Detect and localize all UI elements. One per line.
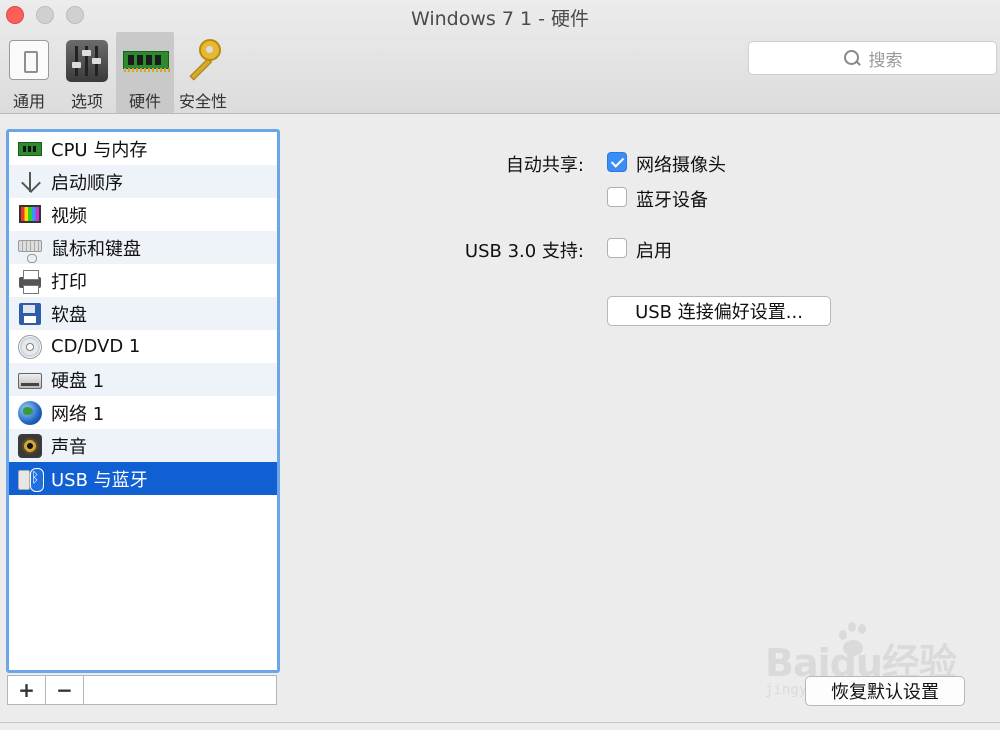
- list-item-label: 视频: [51, 205, 87, 227]
- list-item-sound[interactable]: 声音: [9, 429, 277, 462]
- webcam-checkbox[interactable]: [607, 152, 627, 172]
- search-placeholder: 搜索: [868, 50, 903, 71]
- restore-defaults-button[interactable]: 恢复默认设置: [805, 676, 965, 706]
- list-item-label: USB 与蓝牙: [51, 469, 148, 491]
- tab-hardware[interactable]: 硬件: [116, 32, 174, 113]
- list-item-label: 软盘: [51, 304, 87, 326]
- list-item-label: 声音: [51, 436, 87, 458]
- list-item-usb-bluetooth[interactable]: ᛒ USB 与蓝牙: [9, 462, 277, 495]
- tab-label: 通用: [12, 92, 45, 111]
- usb3-support-label: USB 3.0 支持:: [464, 241, 584, 262]
- network-globe-icon: [17, 400, 43, 425]
- ram-icon: [123, 37, 170, 81]
- list-item-label: 启动顺序: [51, 172, 123, 194]
- toolbar: 通用 选项 硬件 安全性: [0, 32, 232, 113]
- cpu-icon: [17, 137, 43, 161]
- sliders-icon: [65, 37, 109, 82]
- window-title: Windows 7 1 - 硬件: [410, 8, 589, 30]
- add-button[interactable]: +: [8, 676, 46, 704]
- switch-icon: [7, 37, 51, 81]
- printer-icon: [17, 269, 43, 294]
- divider: [0, 722, 1000, 723]
- list-item-print[interactable]: 打印: [9, 264, 277, 297]
- tab-label: 硬件: [128, 92, 161, 111]
- list-item-video[interactable]: 视频: [9, 198, 277, 231]
- tab-options[interactable]: 选项: [58, 32, 116, 113]
- search-icon: [843, 49, 861, 67]
- keyboard-icon: [17, 236, 43, 263]
- usb-bluetooth-icon: ᛒ: [17, 467, 44, 492]
- tab-security[interactable]: 安全性: [174, 32, 232, 113]
- list-item-label: CD/DVD 1: [51, 336, 141, 357]
- bluetooth-checkbox[interactable]: [607, 187, 627, 207]
- search-field[interactable]: 搜索: [748, 41, 997, 75]
- tab-label: 选项: [70, 92, 103, 111]
- floppy-icon: [17, 302, 43, 326]
- list-item-label: 网络 1: [51, 403, 105, 425]
- list-item-network[interactable]: 网络 1: [9, 396, 277, 429]
- list-item-label: CPU 与内存: [51, 139, 148, 161]
- list-item-floppy[interactable]: 软盘: [9, 297, 277, 330]
- remove-button[interactable]: −: [46, 676, 84, 704]
- tab-label: 安全性: [178, 92, 227, 111]
- list-item-cpu-memory[interactable]: CPU 与内存: [9, 132, 277, 165]
- usb3-enable-checkbox[interactable]: [607, 238, 627, 258]
- list-item-label: 打印: [51, 271, 87, 293]
- auto-share-label: 自动共享:: [505, 155, 584, 176]
- usb3-enable-label: 启用: [636, 241, 672, 262]
- window-chrome: Windows 7 1 - 硬件 通用 选项 硬件 安全性 搜索: [0, 0, 1000, 114]
- add-remove-bar: + −: [7, 675, 277, 705]
- video-icon: [17, 203, 43, 227]
- cd-icon: [17, 334, 43, 359]
- key-icon: [181, 37, 225, 81]
- bluetooth-label: 蓝牙设备: [636, 190, 708, 211]
- list-item-hard-disk[interactable]: 硬盘 1: [9, 363, 277, 396]
- hard-disk-icon: [17, 368, 43, 392]
- list-item-mouse-keyboard[interactable]: 鼠标和键盘: [9, 231, 277, 264]
- list-item-label: 硬盘 1: [51, 370, 105, 392]
- list-item-cd-dvd[interactable]: CD/DVD 1: [9, 330, 277, 363]
- speaker-icon: [17, 433, 43, 458]
- hardware-list[interactable]: CPU 与内存 启动顺序 视频 鼠标和键盘 打印 软盘 CD/DVD 1 硬盘 …: [6, 129, 280, 673]
- list-item-boot-order[interactable]: 启动顺序: [9, 165, 277, 198]
- usb-preferences-button[interactable]: USB 连接偏好设置...: [607, 296, 831, 326]
- webcam-label: 网络摄像头: [636, 155, 726, 176]
- tab-general[interactable]: 通用: [0, 32, 58, 113]
- list-item-label: 鼠标和键盘: [51, 238, 141, 260]
- boot-order-icon: [17, 170, 43, 194]
